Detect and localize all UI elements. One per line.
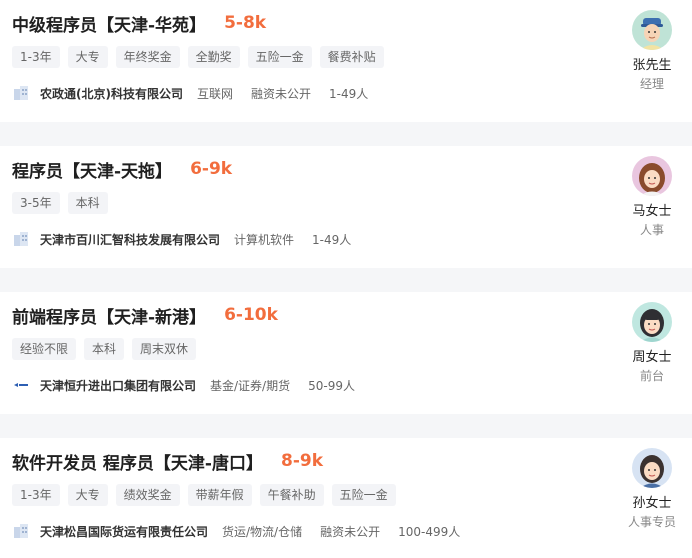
job-tag: 本科	[67, 192, 108, 214]
job-tags: 经验不限 本科 周末双休	[12, 338, 204, 360]
job-tag: 3-5年	[12, 192, 60, 214]
company-logo-icon[interactable]	[12, 376, 30, 394]
company-name[interactable]: 农政通(北京)科技有限公司	[40, 85, 183, 102]
company-funding: 融资未公开	[251, 86, 312, 101]
company-row: 天津恒升进出口集团有限公司 基金/证券/期货 50-99人	[12, 375, 373, 395]
company-row: 农政通(北京)科技有限公司 互联网 融资未公开 1-49人	[12, 83, 386, 103]
company-size: 1-49人	[329, 86, 369, 101]
job-list: 中级程序员【天津-华苑】 5-8k 1-3年 大专 年终奖金 全勤奖 五险一金 …	[0, 0, 692, 558]
recruiter-role: 人事专员	[627, 515, 676, 529]
company-size: 50-99人	[308, 378, 355, 393]
job-tags: 1-3年 大专 年终奖金 全勤奖 五险一金 餐费补贴	[12, 46, 392, 68]
recruiter-avatar	[632, 10, 672, 50]
job-tag: 经验不限	[12, 338, 77, 360]
job-tag: 1-3年	[12, 484, 60, 506]
recruiter-role: 人事	[639, 223, 664, 237]
recruiter[interactable]: 孙女士 人事专员	[612, 448, 692, 530]
recruiter-name: 孙女士	[632, 496, 672, 511]
job-title-row[interactable]: 前端程序员【天津-新港】 6-10k	[12, 302, 278, 328]
company-industry: 基金/证券/期货	[210, 378, 291, 393]
company-logo-icon[interactable]	[12, 522, 30, 540]
recruiter-avatar	[632, 448, 672, 488]
salary: 6-10k	[224, 305, 278, 325]
recruiter-role: 经理	[639, 77, 664, 91]
job-title[interactable]: 中级程序员【天津-华苑】	[12, 11, 206, 36]
job-tag: 绩效奖金	[115, 484, 180, 506]
job-tag: 本科	[84, 338, 125, 360]
company-industry: 货运/物流/仓储	[222, 524, 303, 539]
recruiter-avatar	[632, 302, 672, 342]
job-title[interactable]: 前端程序员【天津-新港】	[12, 303, 206, 328]
job-card[interactable]: 程序员【天津-天拖】 6-9k 3-5年 本科 天津市百川汇智科技发展有限公司 …	[0, 146, 692, 268]
company-logo-icon[interactable]	[12, 84, 30, 102]
job-tag: 五险一金	[331, 484, 396, 506]
job-card[interactable]: 软件开发员 程序员【天津-唐口】 8-9k 1-3年 大专 绩效奖金 带薪年假 …	[0, 438, 692, 558]
company-name[interactable]: 天津市百川汇智科技发展有限公司	[40, 231, 220, 248]
job-title[interactable]: 软件开发员 程序员【天津-唐口】	[12, 449, 263, 474]
recruiter[interactable]: 周女士 前台	[612, 302, 692, 384]
job-tag: 周末双休	[132, 338, 197, 360]
company-industry: 互联网	[196, 86, 233, 101]
recruiter-name: 马女士	[632, 204, 672, 219]
recruiter-role: 前台	[639, 369, 664, 383]
job-title-row[interactable]: 程序员【天津-天拖】 6-9k	[12, 156, 232, 182]
salary: 8-9k	[280, 451, 324, 471]
job-tag: 五险一金	[247, 46, 312, 68]
job-tag: 全勤奖	[187, 46, 240, 68]
job-tag: 餐费补贴	[319, 46, 384, 68]
company-name[interactable]: 天津恒升进出口集团有限公司	[40, 377, 196, 394]
company-logo-icon[interactable]	[12, 230, 30, 248]
job-tag: 1-3年	[12, 46, 60, 68]
job-tag: 午餐补助	[259, 484, 324, 506]
company-row: 天津市百川汇智科技发展有限公司 计算机软件 1-49人	[12, 229, 369, 249]
job-tag: 大专	[67, 484, 108, 506]
job-title-row[interactable]: 软件开发员 程序员【天津-唐口】 8-9k	[12, 448, 323, 474]
company-name[interactable]: 天津松昌国际货运有限责任公司	[40, 523, 208, 540]
company-row: 天津松昌国际货运有限责任公司 货运/物流/仓储 融资未公开 100-499人	[12, 521, 478, 541]
company-industry: 计算机软件	[234, 232, 295, 247]
job-tag: 带薪年假	[187, 484, 252, 506]
recruiter[interactable]: 张先生 经理	[612, 10, 692, 92]
company-size: 100-499人	[398, 524, 461, 539]
job-card[interactable]: 前端程序员【天津-新港】 6-10k 经验不限 本科 周末双休 天津恒升进出口集…	[0, 292, 692, 414]
salary: 5-8k	[224, 13, 267, 33]
salary: 6-9k	[190, 159, 233, 179]
recruiter-name: 周女士	[632, 350, 672, 365]
recruiter-name: 张先生	[632, 58, 672, 73]
job-tags: 1-3年 大专 绩效奖金 带薪年假 午餐补助 五险一金	[12, 484, 404, 506]
company-funding: 融资未公开	[320, 524, 381, 539]
job-tags: 3-5年 本科	[12, 192, 116, 214]
recruiter[interactable]: 马女士 人事	[612, 156, 692, 238]
company-size: 1-49人	[312, 232, 352, 247]
recruiter-avatar	[632, 156, 672, 196]
job-tag: 年终奖金	[115, 46, 180, 68]
job-tag: 大专	[67, 46, 108, 68]
job-title-row[interactable]: 中级程序员【天津-华苑】 5-8k	[12, 10, 266, 36]
job-card[interactable]: 中级程序员【天津-华苑】 5-8k 1-3年 大专 年终奖金 全勤奖 五险一金 …	[0, 0, 692, 122]
job-title[interactable]: 程序员【天津-天拖】	[12, 157, 172, 182]
